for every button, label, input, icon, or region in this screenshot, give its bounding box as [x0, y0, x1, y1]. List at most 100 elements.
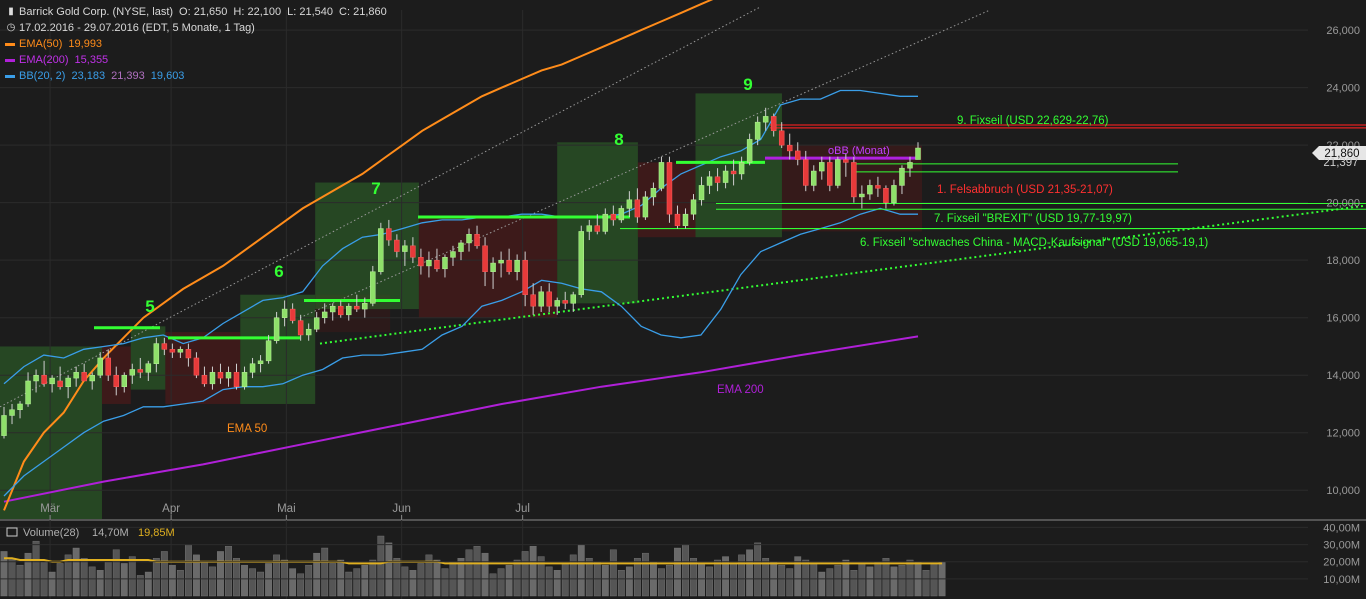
volume-bar — [497, 568, 505, 597]
volume-bar — [16, 564, 24, 597]
volume-bar — [529, 546, 537, 597]
price-tick-label: 14,000 — [1326, 370, 1360, 382]
candle-body — [370, 271, 376, 304]
volume-bar — [858, 563, 866, 597]
volume-average-value: 14,70M — [92, 527, 129, 539]
candle-body — [233, 372, 240, 387]
volume-bar — [337, 559, 345, 597]
bars-icon: ▮ — [8, 6, 14, 17]
date-tick-label: Mai — [277, 503, 296, 515]
fixseil-6-label: 6. Fixseil "schwaches China - MACD-Kaufs… — [860, 237, 1208, 249]
ema50-swatch-icon — [5, 42, 15, 46]
candle-body — [883, 188, 889, 203]
candle-body — [610, 213, 617, 221]
volume-bar — [257, 571, 264, 597]
candle-body — [819, 162, 825, 172]
candle-body — [17, 403, 23, 410]
volume-bar — [313, 552, 321, 597]
volume-bar — [754, 542, 762, 597]
candle-body — [570, 294, 576, 304]
wave-zone-10 — [695, 93, 782, 238]
felsabbruch-1-label: 1. Felsabbruch (USD 21,35-21,07) — [937, 184, 1113, 196]
volume-bar — [666, 564, 673, 597]
candle-body — [273, 317, 280, 341]
volume-bar — [906, 559, 914, 597]
volume-bar — [625, 566, 633, 597]
volume-bar — [706, 566, 713, 597]
price-tick-label: 24,000 — [1326, 83, 1360, 95]
volume-bar — [674, 547, 681, 597]
period-text: 17.02.2016 - 29.07.2016 (EDT, 5 Monate, … — [19, 22, 255, 34]
volume-bar — [658, 568, 665, 597]
volume-bar — [393, 558, 401, 597]
candle-body — [915, 147, 921, 160]
candle-body — [690, 199, 697, 215]
candle-body — [554, 300, 560, 307]
ema50-chart-label: EMA 50 — [227, 423, 267, 435]
candle-body — [97, 357, 103, 376]
candle-body — [738, 162, 745, 175]
candle-body — [514, 259, 520, 272]
candle-body — [321, 311, 328, 318]
candle-body — [474, 234, 480, 247]
candle-body — [185, 349, 192, 359]
candle-body — [145, 363, 152, 373]
candle-body — [674, 213, 681, 226]
candle-body — [907, 162, 913, 169]
volume-bar — [601, 564, 609, 597]
candle-body — [762, 116, 769, 123]
volume-bar — [369, 559, 377, 597]
volume-bar — [265, 563, 272, 597]
open-value: 21,650 — [193, 6, 228, 18]
fixseil-9-label: 9. Fixseil (USD 22,629-22,76) — [957, 115, 1109, 127]
candle-body — [129, 369, 136, 376]
candle-body — [289, 308, 296, 321]
candle-body — [722, 170, 729, 183]
volume-bar — [545, 566, 553, 597]
volume-tick-label: 30,00M — [1323, 540, 1360, 552]
volume-label: Volume(28) — [23, 527, 79, 539]
volume-bar — [168, 564, 176, 597]
volume-bar — [521, 551, 529, 597]
price-tick-label: 26,000 — [1326, 25, 1360, 37]
candle-body — [578, 231, 584, 295]
volume-bar — [88, 566, 96, 597]
volume-bar — [802, 559, 810, 597]
volume-bar — [481, 552, 489, 597]
bb-middle-value: 21,393 — [111, 70, 145, 82]
candle-body — [338, 305, 344, 316]
volume-bar — [738, 554, 746, 597]
wave-8-label: 8 — [614, 130, 623, 149]
candle-body — [530, 294, 536, 307]
candle-body — [169, 349, 176, 353]
candle-body — [177, 349, 184, 353]
volume-last-value: 19,85M — [138, 527, 175, 539]
candle-body — [827, 162, 833, 186]
volume-bar — [305, 564, 313, 597]
candle-body — [426, 259, 432, 267]
volume-bar — [609, 549, 617, 597]
candle-body — [305, 328, 312, 336]
candle-body — [73, 372, 79, 379]
volume-bar — [850, 570, 858, 597]
candle-body — [25, 380, 31, 405]
candle-body — [642, 196, 649, 218]
volume-bar — [329, 563, 337, 597]
candle-body — [217, 372, 224, 379]
ema200-label: EMA(200) — [19, 54, 69, 66]
price-tick-label: 16,000 — [1326, 313, 1360, 325]
volume-bar — [441, 568, 449, 597]
volume-bar — [465, 549, 473, 597]
volume-bar — [810, 563, 818, 597]
volume-bar — [128, 556, 136, 597]
secondary-price-value: 21,397 — [1323, 157, 1358, 169]
volume-bar — [746, 549, 754, 597]
volume-bar — [361, 564, 369, 597]
candle-body — [730, 170, 737, 175]
obb-monat-label: oBB (Monat) — [828, 145, 890, 157]
volume-bar — [56, 563, 64, 597]
volume-bar — [8, 558, 16, 597]
volume-bar — [48, 571, 56, 597]
candle-body — [634, 199, 641, 218]
candle-body — [1, 415, 7, 436]
